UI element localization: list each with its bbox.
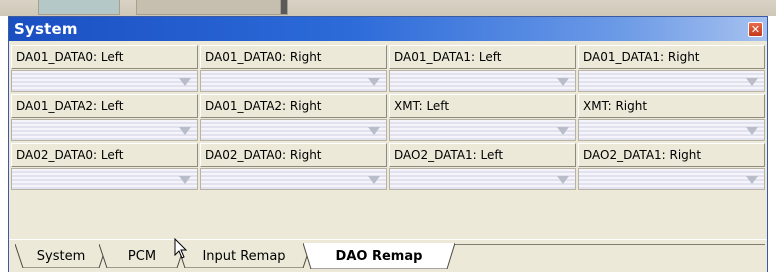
channel-source-dropdown[interactable] — [11, 168, 198, 190]
tab-label: System — [36, 249, 86, 264]
remap-cell: DA01_DATA0: Right — [200, 45, 387, 92]
tab-label: DAO Remap — [335, 249, 423, 264]
channel-label: DAO2_DATA1: Left — [389, 143, 576, 167]
system-window: System ✕ DA01_DATA0: Left DA01_DATA0: Ri… — [8, 16, 768, 272]
chevron-down-icon[interactable] — [179, 78, 191, 86]
remap-cell: DA01_DATA2: Right — [200, 94, 387, 141]
channel-label: XMT: Right — [578, 94, 765, 118]
chevron-down-icon[interactable] — [746, 176, 758, 184]
chevron-down-icon[interactable] — [557, 176, 569, 184]
remap-cell: DA02_DATA0: Left — [11, 143, 198, 190]
mouse-pointer-icon — [174, 238, 188, 259]
channel-source-dropdown[interactable] — [389, 168, 576, 190]
chevron-down-icon[interactable] — [368, 176, 380, 184]
channel-label: DA01_DATA0: Right — [200, 45, 387, 69]
remap-cell: DA01_DATA1: Right — [578, 45, 765, 92]
chevron-down-icon[interactable] — [746, 127, 758, 135]
remap-grid: DA01_DATA0: Left DA01_DATA0: Right DA01_… — [11, 45, 765, 190]
remap-cell: DA01_DATA0: Left — [11, 45, 198, 92]
desktop-background — [0, 0, 776, 16]
chevron-down-icon[interactable] — [368, 78, 380, 86]
tab-input-remap[interactable]: Input Remap — [177, 244, 311, 268]
tab-label: PCM — [127, 249, 157, 264]
remap-cell: DAO2_DATA1: Left — [389, 143, 576, 190]
channel-label: DA01_DATA2: Left — [11, 94, 198, 118]
channel-label: DA02_DATA0: Right — [200, 143, 387, 167]
tab-system[interactable]: System — [15, 244, 107, 268]
close-icon: ✕ — [750, 22, 761, 36]
channel-label: DA01_DATA2: Right — [200, 94, 387, 118]
channel-label: DA01_DATA1: Left — [389, 45, 576, 69]
channel-label: DA01_DATA1: Right — [578, 45, 765, 69]
channel-source-dropdown[interactable] — [578, 119, 765, 141]
chevron-down-icon[interactable] — [179, 176, 191, 184]
remap-cell: DA01_DATA2: Left — [11, 94, 198, 141]
channel-source-dropdown[interactable] — [11, 119, 198, 141]
chevron-down-icon[interactable] — [557, 78, 569, 86]
chevron-down-icon[interactable] — [179, 127, 191, 135]
window-title: System — [14, 20, 78, 38]
close-button[interactable]: ✕ — [748, 21, 763, 37]
chevron-down-icon[interactable] — [557, 127, 569, 135]
background-window-edge — [38, 0, 120, 15]
tab-strip: System PCM Input Remap DAO Remap — [9, 239, 767, 272]
remap-cell: XMT: Right — [578, 94, 765, 141]
tab-pcm[interactable]: PCM — [99, 244, 185, 268]
channel-source-dropdown[interactable] — [389, 119, 576, 141]
background-window-edge — [280, 0, 288, 15]
tab-dao-remap[interactable]: DAO Remap — [303, 243, 455, 269]
channel-label: DA01_DATA0: Left — [11, 45, 198, 69]
channel-source-dropdown[interactable] — [200, 119, 387, 141]
chevron-down-icon[interactable] — [368, 127, 380, 135]
remap-cell: DA02_DATA0: Right — [200, 143, 387, 190]
remap-cell: XMT: Left — [389, 94, 576, 141]
remap-cell: DA01_DATA1: Left — [389, 45, 576, 92]
tab-label: Input Remap — [202, 249, 286, 264]
channel-source-dropdown[interactable] — [389, 70, 576, 92]
chevron-down-icon[interactable] — [746, 78, 758, 86]
remap-cell: DAO2_DATA1: Right — [578, 143, 765, 190]
channel-source-dropdown[interactable] — [200, 70, 387, 92]
channel-source-dropdown[interactable] — [578, 70, 765, 92]
channel-source-dropdown[interactable] — [200, 168, 387, 190]
channel-source-dropdown[interactable] — [11, 70, 198, 92]
window-titlebar[interactable]: System ✕ — [9, 17, 767, 41]
channel-source-dropdown[interactable] — [578, 168, 765, 190]
channel-label: DAO2_DATA1: Right — [578, 143, 765, 167]
background-window-edge — [136, 0, 288, 15]
channel-label: DA02_DATA0: Left — [11, 143, 198, 167]
channel-label: XMT: Left — [389, 94, 576, 118]
